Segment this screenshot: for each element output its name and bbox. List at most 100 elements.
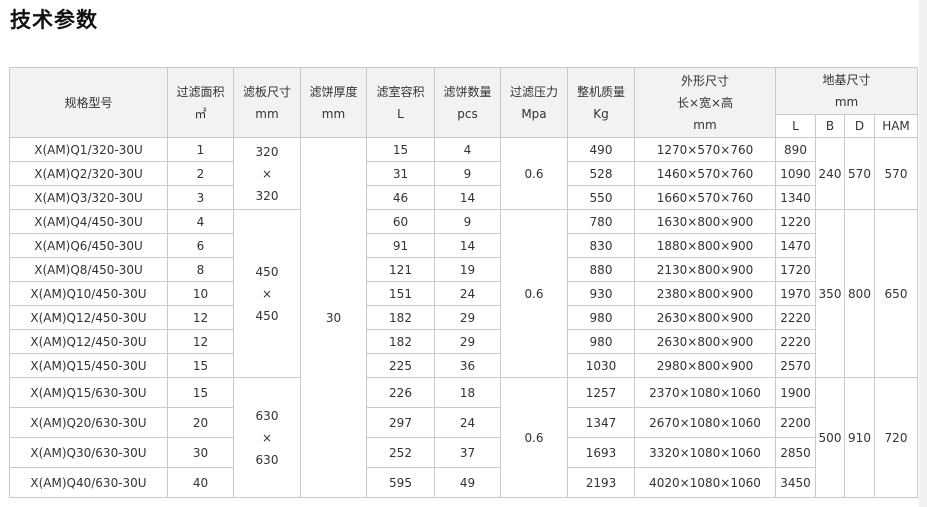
cell-foundation-l: 2220 [775, 305, 816, 330]
cell-machine-mass: 830 [567, 233, 635, 258]
cell-cake-count: 37 [434, 437, 501, 468]
header-model: 规格型号 [9, 67, 168, 138]
header-foundation-size: 地基尺寸 mm [774, 67, 919, 115]
cell-cake-count: 49 [434, 467, 501, 498]
cell-chamber-volume: 91 [366, 233, 435, 258]
table-row: X(AM)Q20/630-30U 20 297 24 1347 2670×1080×106… [9, 407, 918, 438]
header-cake-count: 滤饼数量 pcs [434, 67, 501, 138]
cell-machine-mass: 2193 [567, 467, 635, 498]
header-chamber-volume: 滤室容积 L [366, 67, 435, 138]
cell-model: X(AM)Q30/630-30U [9, 437, 168, 468]
cell-area: 6 [167, 233, 234, 258]
cell-foundation-l: 1470 [775, 233, 816, 258]
table-row: X(AM)Q4/450-30U 4 450 × 450 60 9 0.6 780 1630×800… [9, 209, 919, 378]
cell-area: 10 [167, 281, 234, 306]
cell-area: 3 [167, 185, 234, 210]
cell-outline-dimensions: 2630×800×900 [634, 329, 776, 354]
cell-outline-dimensions: 1460×570×760 [634, 161, 776, 186]
cell-chamber-volume: 226 [366, 377, 435, 408]
cell-cake-count: 29 [434, 305, 501, 330]
cell-filter-pressure: 0.6 [500, 137, 568, 210]
header-machine-mass: 整机质量 Kg [567, 67, 635, 138]
cell-filter-pressure: 0.6 [500, 209, 568, 378]
cell-foundation-ham: 650 [873, 209, 919, 378]
cell-area: 15 [167, 377, 234, 408]
header-foundation-l: L [775, 114, 816, 138]
cell-chamber-volume: 151 [366, 281, 435, 306]
cell-foundation-l: 2570 [775, 353, 816, 378]
cell-model: X(AM)Q12/450-30U [9, 329, 168, 354]
cell-plate-size: 450 × 450 [233, 209, 301, 378]
cell-cake-count: 24 [434, 281, 501, 306]
cell-machine-mass: 780 [567, 209, 635, 234]
cell-cake-count: 14 [434, 185, 501, 210]
cell-outline-dimensions: 1660×570×760 [634, 185, 776, 210]
header-foundation-b: B [815, 114, 845, 138]
cell-area: 30 [167, 437, 234, 468]
cell-machine-mass: 1257 [567, 377, 635, 408]
cell-chamber-volume: 46 [366, 185, 435, 210]
table-row: X(AM)Q1/320-30U 1 320 × 320 30 15 4 0.6 490 1270×5… [9, 137, 919, 498]
cell-model: X(AM)Q1/320-30U [9, 137, 168, 162]
cell-model: X(AM)Q4/450-30U [9, 209, 168, 234]
cell-outline-dimensions: 1270×570×760 [634, 137, 776, 162]
cell-machine-mass: 490 [567, 137, 635, 162]
cell-chamber-volume: 60 [366, 209, 435, 234]
cell-foundation-l: 3450 [775, 467, 816, 498]
cell-model: X(AM)Q12/450-30U [9, 305, 168, 330]
table-row: X(AM)Q8/450-30U 8 121 19 880 2130×800×900 1720 [9, 257, 918, 282]
cell-model: X(AM)Q6/450-30U [9, 233, 168, 258]
cell-area: 40 [167, 467, 234, 498]
header-foundation-ham: HAM [873, 114, 919, 138]
cell-cake-count: 4 [434, 137, 501, 162]
header-cake-thickness: 滤饼厚度 mm [300, 67, 367, 138]
cell-machine-mass: 1347 [567, 407, 635, 438]
cell-chamber-volume: 182 [366, 305, 435, 330]
page-title: 技术参数 [10, 8, 98, 32]
table-header: 规格型号 过滤面积㎡ 滤板尺寸 mm 滤饼厚度 mm 滤室容积 L 滤饼数量 pcs 过… [9, 67, 919, 138]
header-filter-pressure: 过滤压力 Mpa [500, 67, 568, 138]
cell-chamber-volume: 225 [366, 353, 435, 378]
cell-machine-mass: 1030 [567, 353, 635, 378]
table-row: X(AM)Q15/630-30U 15 630 × 630 226 18 0.6 1257 237… [9, 377, 919, 498]
cell-area: 15 [167, 353, 234, 378]
cell-model: X(AM)Q8/450-30U [9, 257, 168, 282]
cell-chamber-volume: 121 [366, 257, 435, 282]
table-row: X(AM)Q40/630-30U 40 595 49 2193 4020×1080×106… [9, 467, 918, 498]
header-foundation-d: D [844, 114, 875, 138]
scrollbar-track[interactable] [919, 0, 927, 507]
cell-foundation-ham: 720 [873, 377, 919, 498]
cell-machine-mass: 880 [567, 257, 635, 282]
cell-chamber-volume: 297 [366, 407, 435, 438]
cell-foundation-l: 1900 [775, 377, 816, 408]
cell-area: 20 [167, 407, 234, 438]
header-plate-size: 滤板尺寸 mm [233, 67, 301, 138]
cell-machine-mass: 930 [567, 281, 635, 306]
cell-chamber-volume: 15 [366, 137, 435, 162]
cell-outline-dimensions: 2380×800×900 [634, 281, 776, 306]
cell-area: 12 [167, 305, 234, 330]
table-row: X(AM)Q12/450-30U 12 182 29 980 2630×800×900 22… [9, 305, 918, 330]
cell-model: X(AM)Q3/320-30U [9, 185, 168, 210]
table-row: X(AM)Q2/320-30U 2 31 9 528 1460×570×760 1090 [9, 161, 918, 186]
cell-outline-dimensions: 1630×800×900 [634, 209, 776, 234]
cell-machine-mass: 550 [567, 185, 635, 210]
table-row: X(AM)Q30/630-30U 30 252 37 1693 3320×1080×106… [9, 437, 918, 468]
cell-foundation-l: 890 [775, 137, 816, 162]
cell-outline-dimensions: 2370×1080×1060 [634, 377, 776, 408]
cell-outline-dimensions: 4020×1080×1060 [634, 467, 776, 498]
cell-foundation-l: 1720 [775, 257, 816, 282]
cell-chamber-volume: 182 [366, 329, 435, 354]
cell-machine-mass: 980 [567, 305, 635, 330]
cell-foundation-b: 240 [815, 137, 845, 210]
cell-area: 12 [167, 329, 234, 354]
cell-cake-count: 36 [434, 353, 501, 378]
cell-cake-count: 14 [434, 233, 501, 258]
header-outline-dimensions: 外形尺寸 长×宽×高 mm [634, 67, 776, 138]
spec-table: 规格型号 过滤面积㎡ 滤板尺寸 mm 滤饼厚度 mm 滤室容积 L 滤饼数量 pcs 过… [9, 67, 919, 498]
cell-outline-dimensions: 2630×800×900 [634, 305, 776, 330]
cell-plate-size: 320 × 320 [233, 137, 301, 210]
cell-outline-dimensions: 2980×800×900 [634, 353, 776, 378]
cell-foundation-l: 1340 [775, 185, 816, 210]
cell-area: 1 [167, 137, 234, 162]
